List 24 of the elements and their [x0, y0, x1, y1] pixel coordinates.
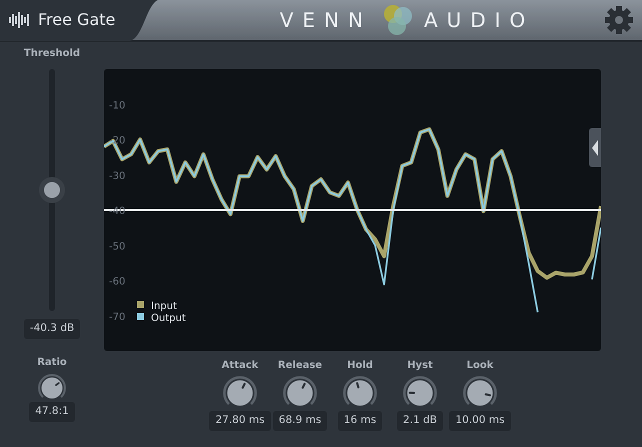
ratio-label: Ratio — [37, 356, 67, 370]
axis-tick-label: -70 — [109, 312, 126, 323]
ratio-value: 47.8:1 — [29, 402, 75, 422]
brand-name: VENN — [280, 7, 372, 34]
brand-name: AUDIO — [424, 7, 534, 34]
knob-value: 16 ms — [338, 411, 382, 431]
axis-tick-label: -60 — [109, 276, 126, 288]
knob-value: 27.80 ms — [209, 411, 271, 431]
knob-label: Hold — [347, 359, 373, 373]
axis-tick-label: -50 — [109, 241, 126, 252]
knob-label: Look — [466, 359, 494, 373]
legend-label: Output — [151, 313, 186, 324]
axis-tick-label: -30 — [109, 170, 126, 182]
knob-value: 10.00 ms — [449, 411, 511, 431]
threshold-label: Threshold — [24, 47, 80, 61]
knob-label: Hyst — [407, 359, 433, 373]
knob-label: Attack — [222, 359, 258, 373]
knob-value: 2.1 dB — [397, 411, 443, 431]
axis-tick-label: -10 — [109, 100, 126, 112]
legend-label: Input — [151, 301, 177, 312]
knob-value: 68.9 ms — [272, 411, 328, 431]
plugin-name: Free Gate — [38, 9, 116, 31]
knob-label: Release — [278, 359, 322, 373]
threshold-value: -40.3 dB — [24, 319, 80, 339]
